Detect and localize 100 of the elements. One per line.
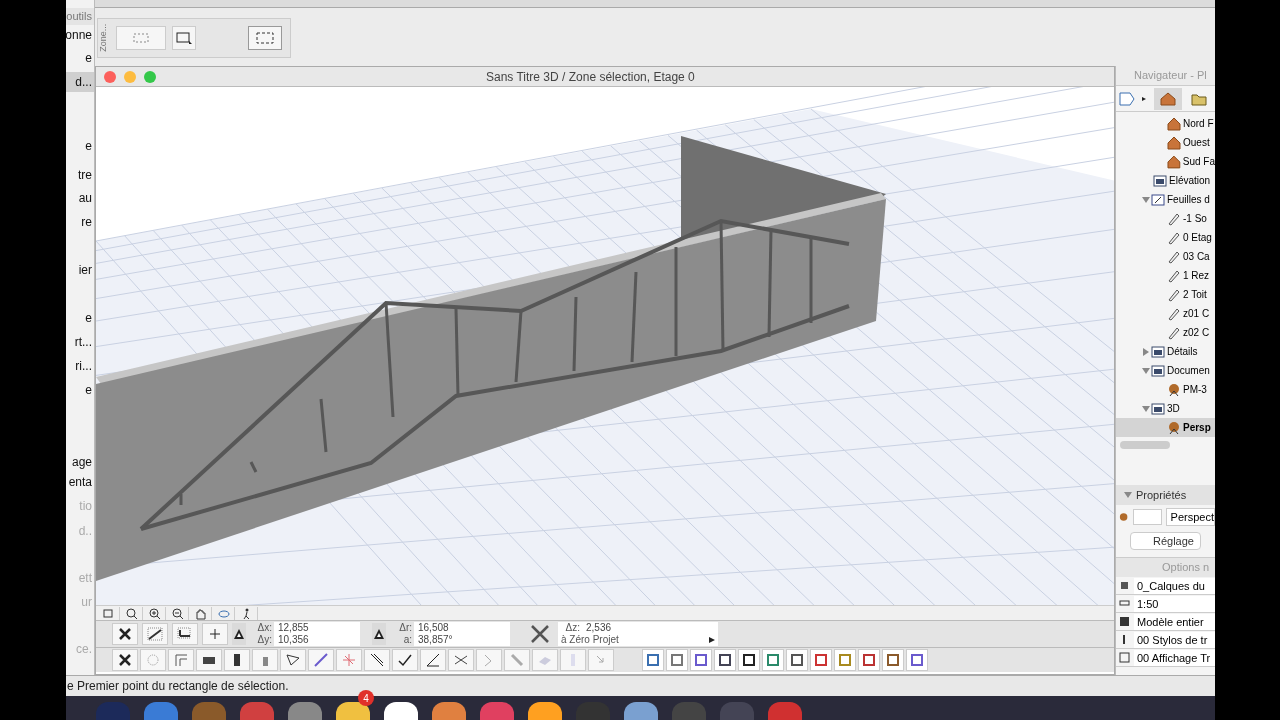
delta-toggle-button[interactable] xyxy=(372,623,386,645)
diagonal-icon xyxy=(369,652,385,668)
toolbox-title: outils xyxy=(66,8,94,25)
tool-item[interactable]: onne xyxy=(66,25,94,45)
delta-icon xyxy=(373,627,385,641)
name-field[interactable]: Perspect xyxy=(1165,508,1215,526)
tree-item[interactable]: -1 So xyxy=(1116,209,1215,228)
coordinate-label: Δx: xyxy=(256,622,273,634)
expanded-triangle-icon[interactable] xyxy=(1141,366,1151,375)
tree-item[interactable]: 1 Rez xyxy=(1116,266,1215,285)
tool-item[interactable]: tre xyxy=(66,165,94,185)
plus-icon xyxy=(207,626,223,642)
tool-item[interactable]: ri... xyxy=(66,356,94,376)
zoom-out-icon xyxy=(170,606,185,620)
cross-icon xyxy=(530,624,550,644)
expanded-triangle-icon[interactable] xyxy=(1141,195,1151,204)
pencil-icon xyxy=(1167,306,1181,321)
expanded-triangle-icon[interactable] xyxy=(1124,492,1132,498)
marquee-button[interactable] xyxy=(248,26,282,50)
expanded-triangle-icon[interactable] xyxy=(1141,404,1151,413)
tool-button[interactable] xyxy=(224,649,250,671)
option-field[interactable]: Modèle entier xyxy=(1134,613,1215,630)
coordinate-field[interactable]: 2,536 xyxy=(582,622,612,634)
tool-button[interactable] xyxy=(112,649,138,671)
tree-item[interactable]: 3D xyxy=(1116,399,1215,418)
palette-button[interactable] xyxy=(714,649,736,671)
palette-button[interactable] xyxy=(738,649,760,671)
app-icon[interactable] xyxy=(528,702,562,720)
dashed-rectangle-icon xyxy=(133,33,149,43)
palette-button[interactable] xyxy=(786,649,808,671)
tree-item[interactable]: Nord F xyxy=(1116,114,1215,133)
tool-item[interactable]: e xyxy=(66,380,94,400)
close-button[interactable] xyxy=(104,70,116,83)
tree-item[interactable]: 03 Ca xyxy=(1116,247,1215,266)
reference-label: à Zéro Projet xyxy=(561,634,619,646)
house-icon xyxy=(1167,116,1181,131)
panel-label: Zone... xyxy=(98,23,110,54)
play-icon[interactable] xyxy=(708,636,716,644)
house-icon xyxy=(1160,91,1176,106)
collapsed-triangle-icon[interactable] xyxy=(1141,347,1151,356)
tool-item[interactable]: re xyxy=(66,212,94,232)
project-map-tab[interactable] xyxy=(1154,87,1182,110)
grid-button[interactable] xyxy=(172,623,198,645)
option-field[interactable]: 1:50 xyxy=(1134,595,1215,612)
tool-item[interactable]: ier xyxy=(66,260,94,280)
tree-item[interactable]: z01 C xyxy=(1116,304,1215,323)
coordinate-field[interactable]: 16,508 xyxy=(414,622,510,634)
tool-item[interactable]: au xyxy=(66,188,94,208)
tool-item[interactable]: age xyxy=(66,452,94,472)
folder-icon xyxy=(1191,91,1207,106)
tool-item[interactable]: e xyxy=(66,48,94,68)
rectangle-icon xyxy=(176,32,192,44)
input-field[interactable] xyxy=(1133,509,1162,525)
tree-item[interactable]: 2 Toit xyxy=(1116,285,1215,304)
triangle-icon xyxy=(285,652,301,668)
tree-item[interactable]: Elévation xyxy=(1116,171,1215,190)
panel-title: Navigateur - Pl xyxy=(1116,66,1215,86)
tree-item[interactable]: Ouest xyxy=(1116,133,1215,152)
tree-item[interactable]: Sud Fa xyxy=(1116,152,1215,171)
coordinate-field[interactable]: 10,356 xyxy=(274,634,360,646)
tool-item[interactable]: d... xyxy=(66,72,94,92)
tree-item[interactable]: Documen xyxy=(1116,361,1215,380)
tool-item[interactable]: rt... xyxy=(66,332,94,352)
tree-item[interactable]: Persp xyxy=(1116,418,1215,437)
option-field[interactable]: 0_Calques du xyxy=(1134,577,1215,594)
tool-item[interactable]: enta xyxy=(66,472,94,492)
tool-item[interactable]: e xyxy=(66,308,94,328)
cube-icon xyxy=(101,606,116,620)
app-icon[interactable] xyxy=(384,702,418,720)
publish-icon[interactable] xyxy=(1118,89,1148,108)
tool-button[interactable] xyxy=(392,649,418,671)
option-field[interactable]: 00 Stylos de tr xyxy=(1134,631,1215,648)
settings-button[interactable]: Réglage xyxy=(1130,532,1201,550)
tree-item[interactable]: PM-3 xyxy=(1116,380,1215,399)
selection-method-button[interactable] xyxy=(172,26,196,50)
coordinate-label: a: xyxy=(402,634,413,646)
star-icon xyxy=(341,652,357,668)
delta-toggle-button[interactable] xyxy=(232,623,246,645)
option-field[interactable]: 00 Affichage Tr xyxy=(1134,649,1215,666)
delta-icon xyxy=(233,627,245,641)
tree-item[interactable]: 0 Etag xyxy=(1116,228,1215,247)
sheet-icon xyxy=(1151,192,1165,207)
tool-button[interactable] xyxy=(364,649,390,671)
corner-icon xyxy=(173,652,189,668)
pencil-icon xyxy=(1167,287,1181,302)
grid-button[interactable] xyxy=(142,623,168,645)
tool-button[interactable] xyxy=(196,649,222,671)
tree-item[interactable]: Feuilles d xyxy=(1116,190,1215,209)
coordinate-field[interactable]: 12,855 xyxy=(274,622,360,634)
house-icon xyxy=(1167,135,1181,150)
snap-button[interactable] xyxy=(112,623,138,645)
tree-item[interactable]: Détails xyxy=(1116,342,1215,361)
pencil-icon xyxy=(1167,249,1181,264)
coordinate-field[interactable]: 38,857° xyxy=(414,634,510,646)
tool-item[interactable]: e xyxy=(66,136,94,156)
scrollbar[interactable] xyxy=(1120,441,1170,449)
tool-button[interactable] xyxy=(280,649,306,671)
tree-item[interactable]: z02 C xyxy=(1116,323,1215,342)
house-icon xyxy=(1167,154,1181,169)
app-icon[interactable] xyxy=(336,702,370,720)
